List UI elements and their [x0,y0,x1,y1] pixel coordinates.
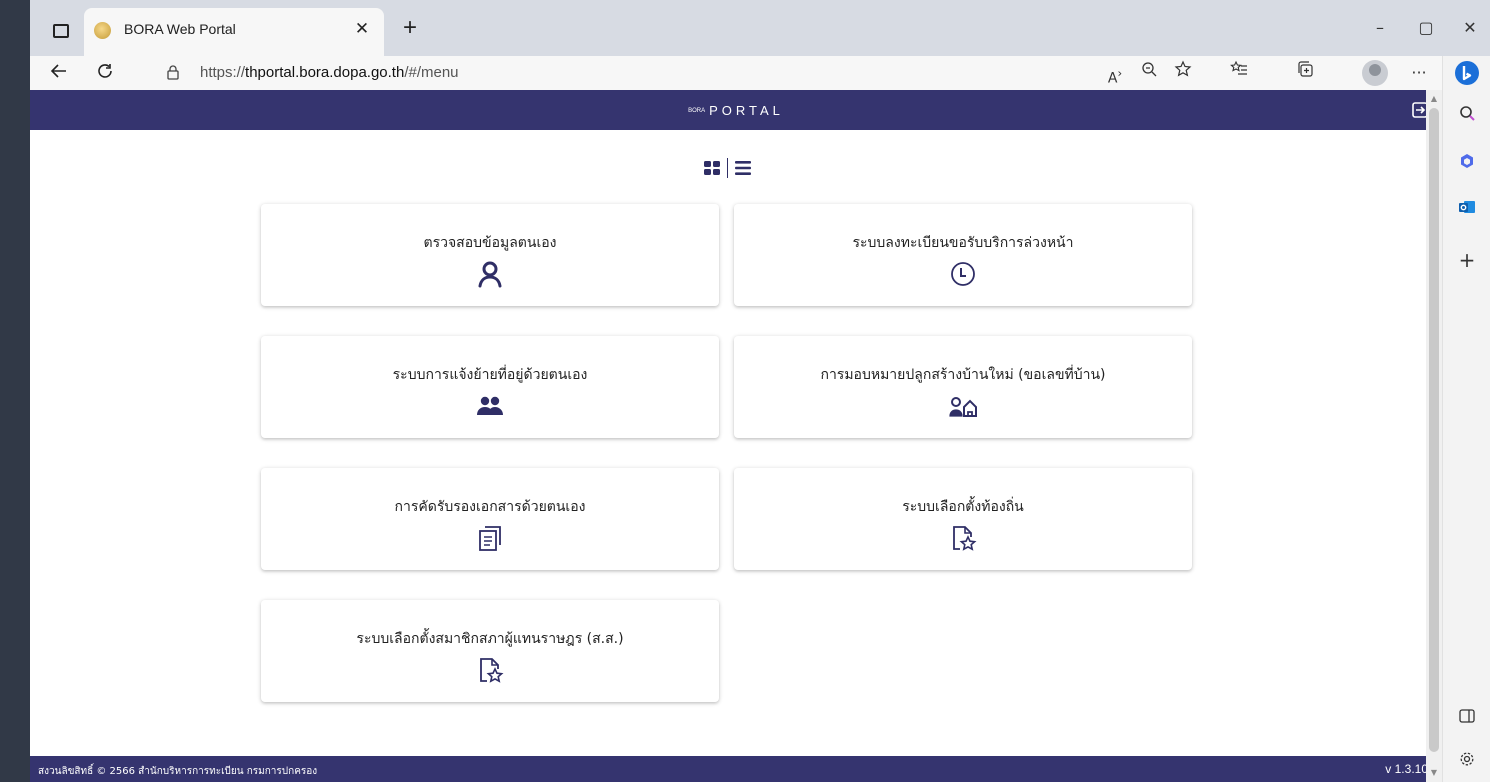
settings-gear-icon[interactable] [1451,746,1483,778]
back-arrow-icon [50,64,66,78]
person-home-icon [949,397,977,417]
menu-card-label: การมอบหมายปลูกสร้างบ้านใหม่ (ขอเลขที่บ้า… [820,367,1106,383]
view-separator [726,158,728,178]
documents-icon [479,526,501,551]
close-window-button[interactable]: ✕ [1450,14,1490,42]
menu-card-label: ระบบลงทะเบียนขอรับบริการล่วงหน้า [852,235,1074,251]
minimize-button[interactable]: – [1360,14,1400,42]
new-tab-button[interactable]: + [396,14,424,42]
favorites-list-icon[interactable] [1226,60,1252,86]
tab-title: BORA Web Portal [124,21,236,37]
person-icon [478,261,502,288]
menu-card-label: ระบบการแจ้งย้ายที่อยู่ด้วยตนเอง [392,367,588,383]
more-menu-icon[interactable]: ··· [1406,60,1432,86]
page-scrollbar[interactable]: ▲ ▼ [1426,90,1442,782]
scroll-up-arrow-icon[interactable]: ▲ [1429,94,1439,104]
search-icon[interactable] [1451,100,1483,132]
profile-avatar[interactable] [1362,60,1388,86]
menu-card-check-own-info[interactable]: ตรวจสอบข้อมูลตนเอง [261,204,719,306]
url-text: https://thportal.bora.dopa.go.th/#/menu [200,64,459,81]
menu-card-advance-registration[interactable]: ระบบลงทะเบียนขอรับบริการล่วงหน้า [734,204,1192,306]
active-tab[interactable]: BORA Web Portal ✕ [84,8,384,56]
clock-icon [951,262,975,286]
maximize-button[interactable]: ▢ [1406,14,1446,42]
view-toggle [701,156,753,180]
sidebar-toggle-icon[interactable] [1451,702,1483,734]
tab-actions-button[interactable] [44,16,78,46]
portal-logo: BORA PORTAL [688,103,784,118]
refresh-button[interactable] [90,58,120,88]
portal-header: BORA PORTAL [30,90,1442,130]
favorite-star-icon[interactable] [1170,60,1196,86]
document-star-icon [953,526,977,551]
tab-bar: BORA Web Portal ✕ + – ▢ ✕ [30,0,1490,56]
menu-card-label: ระบบเลือกตั้งท้องถิ่น [902,499,1024,515]
browser-window: BORA Web Portal ✕ + – ▢ ✕ https://thport… [30,0,1490,782]
menu-card-mp-election[interactable]: ระบบเลือกตั้งสมาชิกสภาผู้แทนราษฎร (ส.ส.) [261,600,719,702]
people-icon [477,396,503,415]
list-view-icon[interactable] [734,159,752,177]
edge-sidebar: + [1442,56,1490,782]
page-viewport: BORA PORTAL ตรวจสอบข้อมูลตนเอง ระบบลงทะเบ… [30,90,1442,782]
office-icon[interactable] [1451,148,1483,180]
scroll-thumb[interactable] [1429,108,1439,752]
tab-actions-icon [53,24,69,38]
version-label: v 1.3.10 [1385,762,1428,776]
grid-view-icon[interactable] [703,159,721,177]
lock-icon [166,64,180,84]
portal-footer: สงวนลิขสิทธิ์ © 2566 สำนักบริหารการทะเบี… [30,756,1442,782]
read-aloud-icon[interactable]: A› [1102,60,1128,87]
menu-card-label: ตรวจสอบข้อมูลตนเอง [423,235,557,251]
menu-card-label: การคัดรับรองเอกสารด้วยตนเอง [394,499,586,515]
zoom-icon[interactable] [1136,60,1162,86]
footer-copyright: สงวนลิขสิทธิ์ © 2566 สำนักบริหารการทะเบี… [38,766,318,777]
menu-card-certify-documents[interactable]: การคัดรับรองเอกสารด้วยตนเอง [261,468,719,570]
scroll-down-arrow-icon[interactable]: ▼ [1429,768,1439,778]
address-bar: https://thportal.bora.dopa.go.th/#/menu … [30,56,1490,90]
back-button[interactable] [44,58,74,88]
refresh-icon [98,64,112,78]
collections-icon[interactable] [1292,60,1318,86]
tab-close-icon[interactable]: ✕ [350,17,374,41]
menu-card-change-address[interactable]: ระบบการแจ้งย้ายที่อยู่ด้วยตนเอง [261,336,719,438]
bing-copilot-icon[interactable] [1451,60,1483,92]
menu-card-label: ระบบเลือกตั้งสมาชิกสภาผู้แทนราษฎร (ส.ส.) [356,631,624,647]
document-star-icon [480,658,504,683]
bora-favicon-icon [94,22,111,39]
add-sidebar-app-icon[interactable]: + [1451,244,1483,276]
menu-card-new-house-number[interactable]: การมอบหมายปลูกสร้างบ้านใหม่ (ขอเลขที่บ้า… [734,336,1192,438]
menu-card-local-election[interactable]: ระบบเลือกตั้งท้องถิ่น [734,468,1192,570]
outlook-icon[interactable] [1451,194,1483,226]
